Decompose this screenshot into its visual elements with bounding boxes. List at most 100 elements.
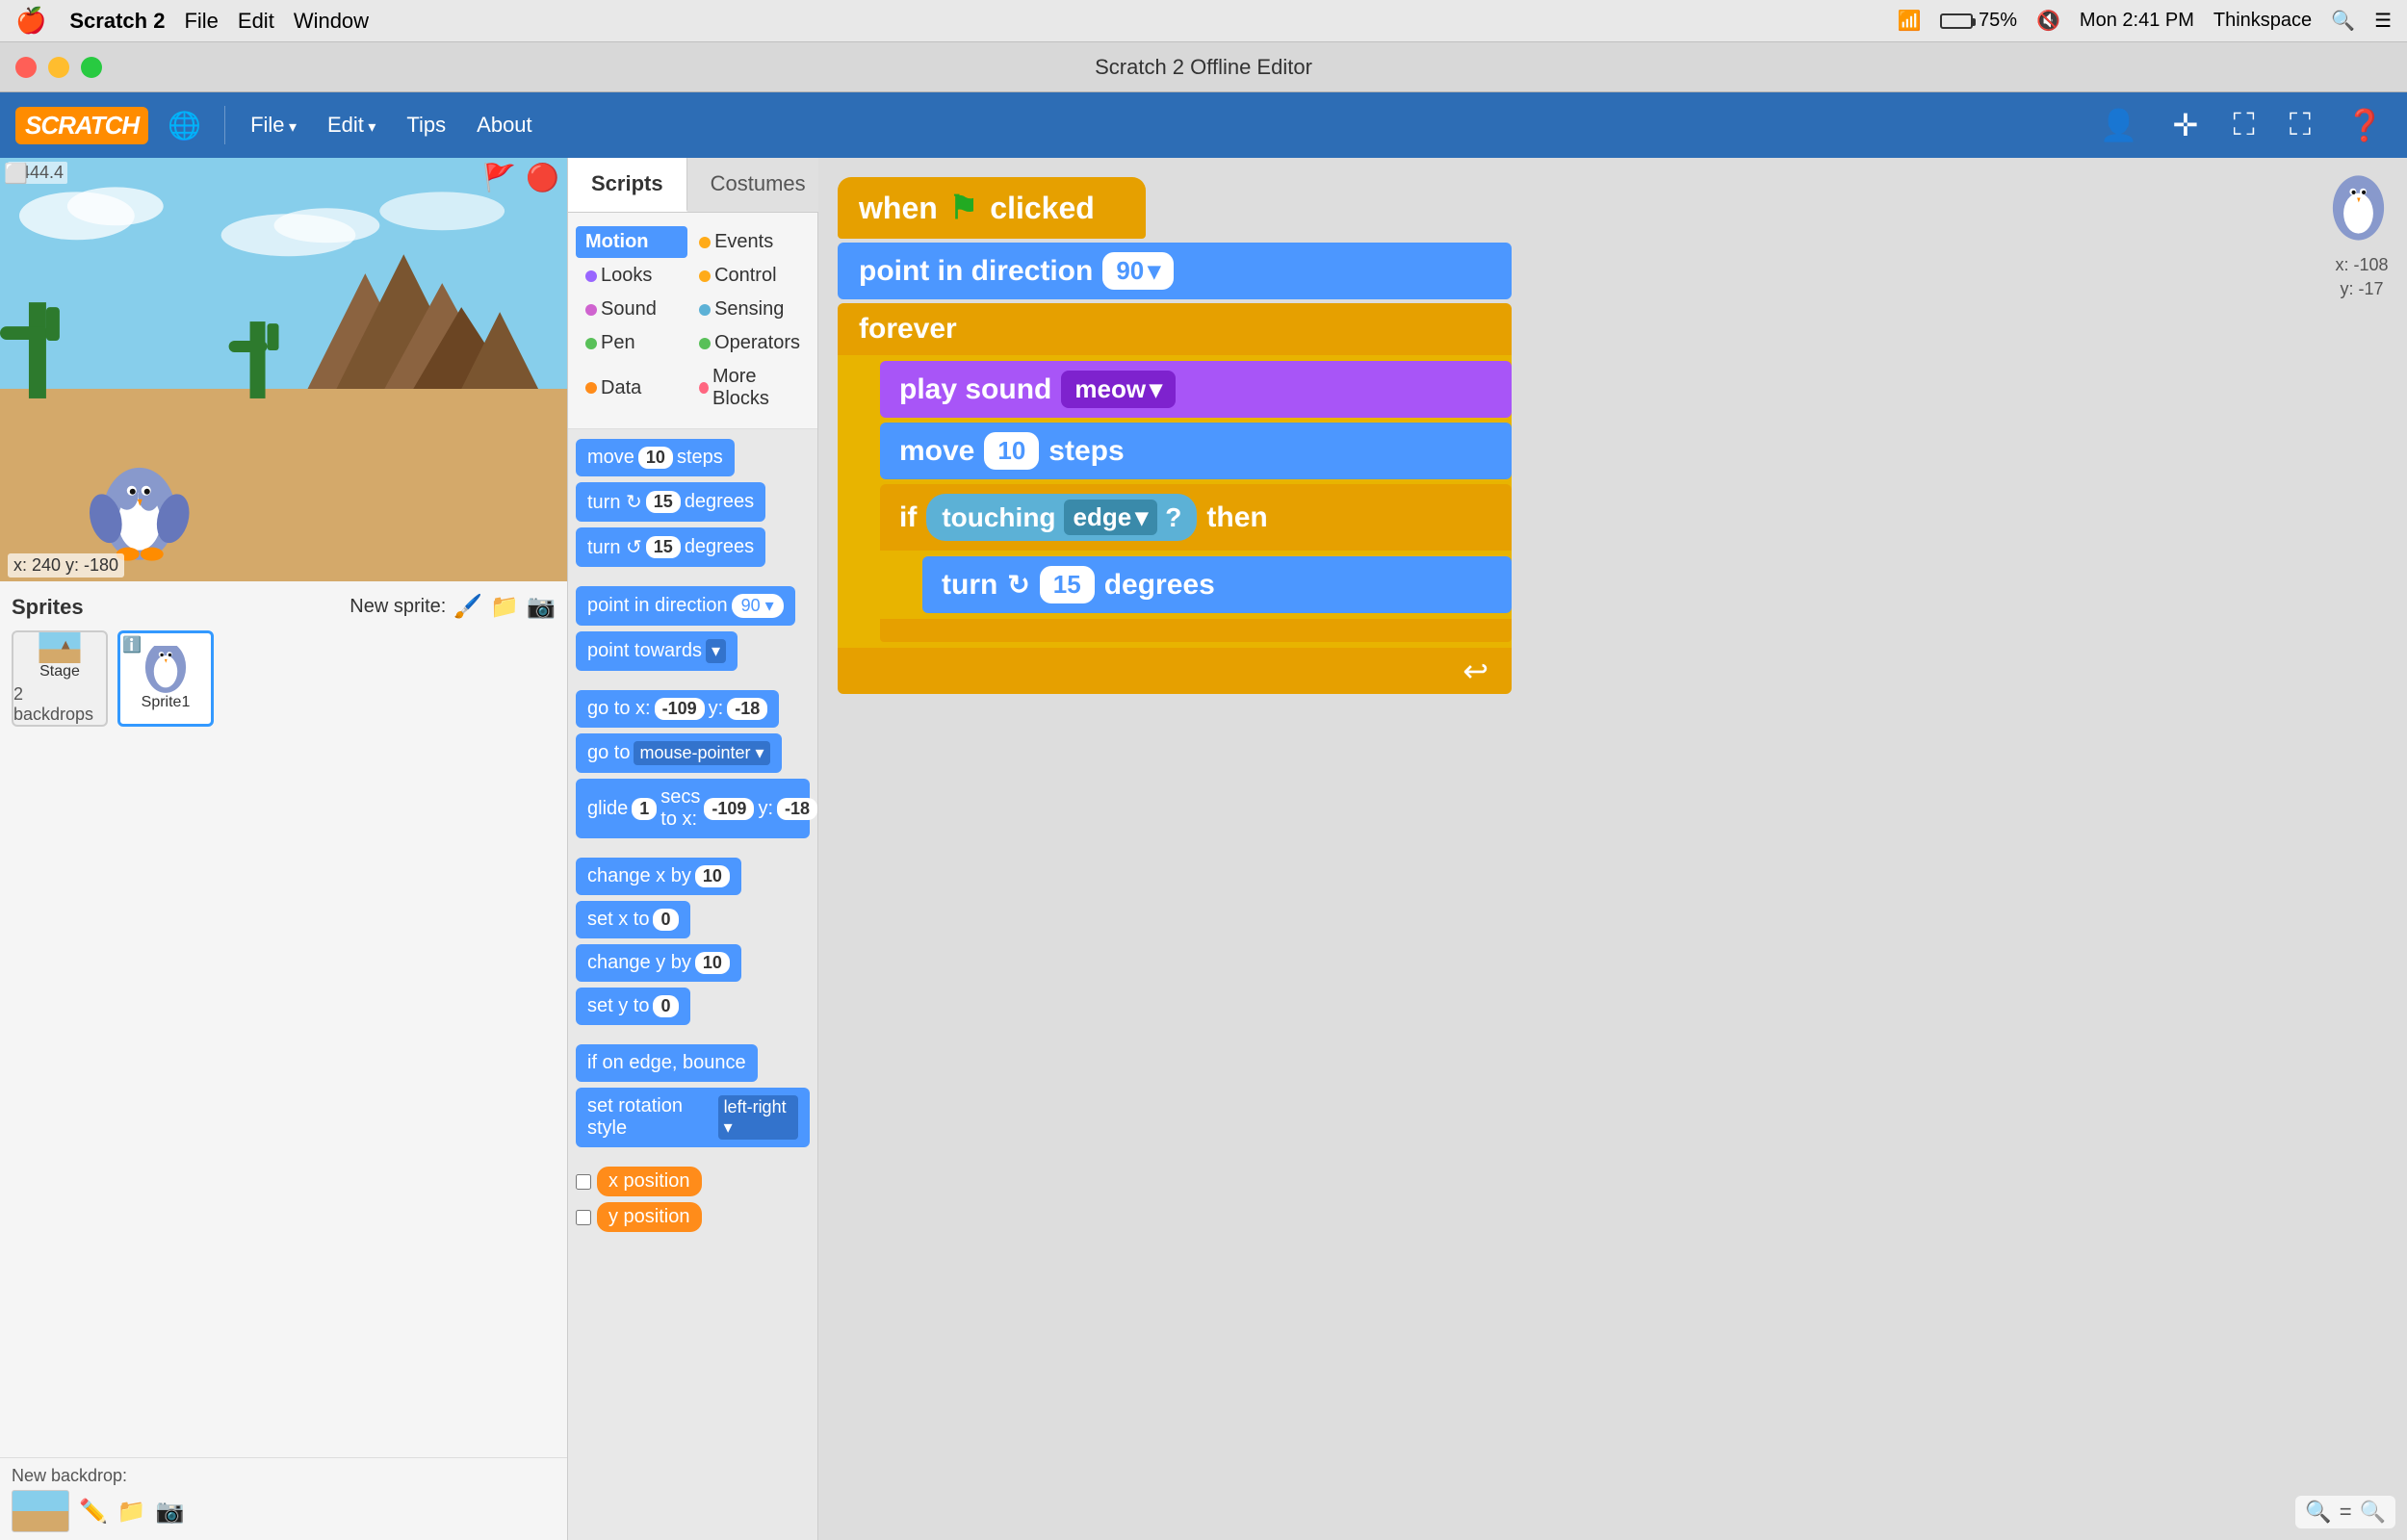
turn-block[interactable]: turn ↻ 15 degrees [922,556,1512,613]
zoom-out-button[interactable]: 🔍 [2360,1500,2386,1525]
forever-block-container: forever play sound meow ▾ move [838,303,1512,694]
tab-scripts[interactable]: Scripts [568,158,687,212]
edit-backdrop-button[interactable]: ✏️ [79,1498,108,1526]
green-flag-button[interactable]: 🚩 [482,162,516,193]
move-block[interactable]: move 10 steps [880,423,1512,479]
apple-menu[interactable]: 🍎 [15,6,46,36]
turn-value-badge[interactable]: 15 [1040,566,1095,603]
block-y-position[interactable]: y position [597,1202,702,1232]
person-icon[interactable]: 👤 [2092,103,2146,147]
menu-tips[interactable]: Tips [397,109,455,141]
search-icon[interactable]: 🔍 [2331,9,2355,33]
when-clicked-block[interactable]: when ⚑ clicked [838,177,1146,239]
maximize-button[interactable] [81,57,102,78]
tab-costumes[interactable]: Costumes [687,158,830,212]
sprite1-item[interactable]: ℹ️ Sprite1 [117,630,214,727]
stage-sprite-item[interactable]: Stage 2 backdrops [12,630,108,727]
stop-button[interactable]: 🔴 [526,162,559,193]
category-control[interactable]: Control [689,260,810,292]
x-position-checkbox[interactable] [576,1174,591,1190]
block-goto-xy[interactable]: go to x: -109 y: -18 [576,690,779,728]
camera-sprite-button[interactable]: 📷 [527,593,556,621]
block-goto[interactable]: go to mouse-pointer ▾ [576,733,782,773]
question-mark: ? [1165,502,1181,533]
block-point-towards[interactable]: point towards ▾ [576,631,738,671]
globe-icon[interactable]: 🌐 [160,106,209,145]
window-controls[interactable] [15,57,102,78]
minimize-button[interactable] [48,57,69,78]
category-looks[interactable]: Looks [576,260,687,292]
if-block[interactable]: if touching edge ▾ ? then [880,484,1512,551]
upload-sprite-button[interactable]: 📁 [490,593,519,621]
touching-value-badge[interactable]: edge ▾ [1064,500,1158,535]
paint-sprite-button[interactable]: 🖌️ [453,593,482,621]
if-body: turn ↻ 15 degrees [880,551,1512,619]
rotation-dropdown[interactable]: left-right ▾ [718,1095,798,1140]
turn-ccw-value: 15 [646,536,681,558]
block-x-position[interactable]: x position [597,1167,702,1196]
sprite-info-icon[interactable]: ℹ️ [122,635,142,654]
block-bounce[interactable]: if on edge, bounce [576,1044,758,1082]
forever-block[interactable]: forever [838,303,1512,355]
category-more-blocks[interactable]: More Blocks [689,361,810,415]
menu-file[interactable]: File [241,109,306,141]
notifications-icon[interactable]: ☰ [2374,9,2392,33]
goto-dropdown[interactable]: mouse-pointer ▾ [634,741,769,765]
zoom-in-button[interactable]: 🔍 [2305,1500,2331,1525]
block-set-y[interactable]: set y to 0 [576,988,690,1025]
block-categories: Motion Events Looks Control Sound Sensin… [568,213,817,429]
block-point-direction[interactable]: point in direction 90 ▾ [576,586,795,626]
wifi-icon: 📶 [1898,9,1922,33]
block-turn-ccw[interactable]: turn ↺ 15 degrees [576,527,765,567]
point-dir-value-badge[interactable]: 90 ▾ [1102,252,1174,290]
point-direction-block[interactable]: point in direction 90 ▾ [838,243,1512,299]
stage-thumbnail [31,632,89,663]
stage-expand-icon[interactable]: ⬜ [4,162,28,186]
category-data[interactable]: Data [576,361,687,415]
block-set-x[interactable]: set x to 0 [576,901,690,938]
forever-body: play sound meow ▾ move 10 steps [838,355,1512,648]
menu-edit[interactable]: Edit [238,9,274,34]
zoom-reset-button[interactable]: = [2340,1500,2352,1525]
category-sensing[interactable]: Sensing [689,294,810,325]
y-position-checkbox[interactable] [576,1210,591,1225]
category-events[interactable]: Events [689,226,810,258]
menu-edit[interactable]: Edit [318,109,385,141]
upload-backdrop-button[interactable]: 📁 [117,1498,146,1526]
separator2 [576,677,810,684]
block-move[interactable]: move 10 steps [576,439,735,476]
play-sound-value-badge[interactable]: meow ▾ [1061,371,1176,408]
sprite1-name: Sprite1 [142,694,191,711]
category-motion[interactable]: Motion [576,226,687,258]
block-turn-cw[interactable]: turn ↻ 15 degrees [576,482,765,522]
help-icon[interactable]: ❓ [2338,103,2392,147]
stage-controls[interactable]: 🚩 🔴 [482,162,559,193]
camera-backdrop-button[interactable]: 📷 [156,1498,185,1526]
menu-about-label[interactable]: About [467,109,542,141]
set-y-value: 0 [653,995,678,1017]
block-glide[interactable]: glide 1 secs to x: -109 y: -18 [576,779,810,838]
category-operators[interactable]: Operators [689,327,810,359]
present-icon[interactable]: ⛶ [2282,103,2318,147]
close-button[interactable] [15,57,37,78]
category-sound[interactable]: Sound [576,294,687,325]
menu-file[interactable]: File [184,9,218,34]
clicked-text: clicked [990,191,1095,226]
goto-y-value: -18 [727,698,767,720]
sprite1-thumbnail [142,646,190,694]
separator3 [576,844,810,852]
fullscreen-icon[interactable]: ⛶ [2225,103,2262,147]
move-value-badge[interactable]: 10 [984,432,1039,470]
crosshair-icon[interactable]: ✛ [2165,103,2207,147]
stage-area: v444.4 🚩 🔴 x: 240 y: -180 ⬜ [0,158,567,581]
scratch-logo: SCRATCH [15,107,148,144]
menu-window[interactable]: Window [294,9,369,34]
block-change-x[interactable]: change x by 10 [576,858,741,895]
touching-condition[interactable]: touching edge ▾ ? [926,494,1197,541]
block-change-y[interactable]: change y by 10 [576,944,741,982]
point-towards-dropdown[interactable]: ▾ [706,639,726,663]
category-pen[interactable]: Pen [576,327,687,359]
point-dir-value: 90 ▾ [732,594,784,618]
play-sound-block[interactable]: play sound meow ▾ [880,361,1512,418]
block-rotation-style[interactable]: set rotation style left-right ▾ [576,1088,810,1147]
